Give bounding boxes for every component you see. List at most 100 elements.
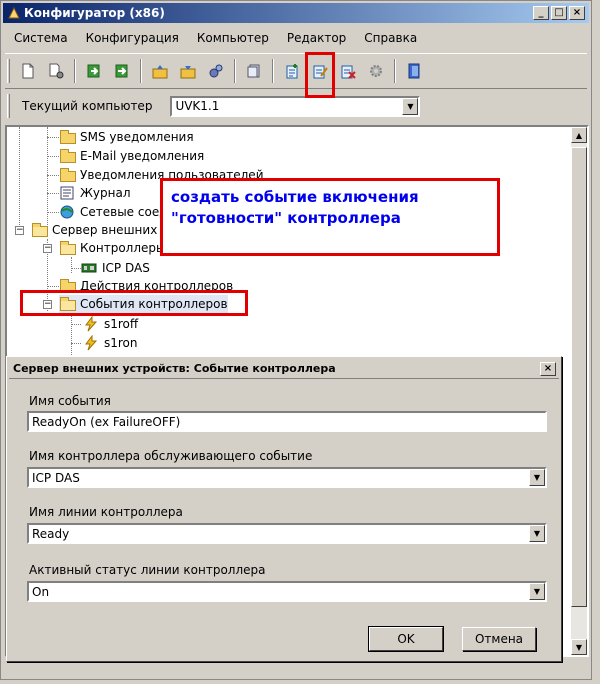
toolbar-separator [272, 59, 274, 83]
tree-item-event[interactable]: s1roff [83, 315, 138, 333]
gears-icon [209, 64, 223, 78]
tree-item-external-devices[interactable]: Сервер внешних у [31, 221, 168, 239]
close-button[interactable]: × [569, 6, 585, 20]
controller-label: Имя контроллера обслуживающего событие [29, 449, 313, 463]
current-computer-label: Текущий компьютер [22, 99, 153, 113]
tree-item-label: Сетевые соед [80, 205, 168, 219]
maximize-button[interactable]: □ [551, 6, 567, 20]
tree-item-controllers[interactable]: Контроллеры [59, 239, 165, 257]
folder-down-icon [180, 66, 196, 79]
exit-door-icon [408, 63, 420, 79]
tools-button[interactable] [204, 59, 228, 83]
menu-system[interactable]: Система [5, 29, 77, 47]
toolbar [5, 53, 587, 89]
delete-item-icon [341, 65, 356, 79]
line-select[interactable]: Ready ▼ [27, 523, 547, 544]
export-icon [115, 64, 128, 78]
toolbar-separator [394, 59, 396, 83]
tree-item-network[interactable]: Сетевые соед [59, 203, 168, 221]
tree-item-label: s1roff [104, 317, 139, 331]
folder-icon [59, 167, 77, 183]
globe-icon [59, 204, 77, 220]
controller-select[interactable]: ICP DAS ▼ [27, 467, 547, 488]
app-icon [7, 6, 21, 20]
event-name-input[interactable]: ReadyOn (ex FailureOFF) [27, 411, 547, 432]
folder-icon [59, 129, 77, 145]
callout-line-1: создать событие включения [171, 188, 419, 206]
tree-connector [47, 175, 59, 176]
tree-item-journal[interactable]: Журнал [59, 184, 131, 202]
dialog-close-button[interactable]: × [540, 361, 556, 376]
tree-connector [47, 193, 59, 194]
delete-item-button[interactable] [336, 59, 360, 83]
document-button[interactable] [242, 59, 266, 83]
toolbar-highlight-box [305, 52, 335, 98]
menu-editor[interactable]: Редактор [278, 29, 355, 47]
menu-help[interactable]: Справка [355, 29, 426, 47]
current-computer-bar: Текущий компьютер UVK1.1 ▼ [5, 93, 587, 119]
controller-event-dialog: Сервер внешних устройств: Событие контро… [6, 356, 562, 662]
dialog-title-bar[interactable]: Сервер внешних устройств: Событие контро… [9, 359, 559, 379]
cancel-button[interactable]: Отмена [462, 627, 536, 651]
current-computer-select[interactable]: UVK1.1 ▼ [170, 95, 421, 117]
ok-button[interactable]: OK [368, 626, 444, 652]
folder-icon [59, 148, 77, 164]
line-label: Имя линии контроллера [29, 505, 183, 519]
properties-button[interactable] [44, 59, 68, 83]
new-button[interactable] [16, 59, 40, 83]
journal-icon [59, 185, 77, 201]
toolbar-separator [74, 59, 76, 83]
chevron-down-icon[interactable]: ▼ [529, 583, 545, 600]
status-select[interactable]: On ▼ [27, 581, 547, 602]
tree-item-email[interactable]: E-Mail уведомления [59, 147, 204, 165]
save-button[interactable] [176, 59, 200, 83]
scroll-down-icon[interactable]: ▼ [571, 639, 587, 655]
toolbar-grip[interactable] [7, 94, 10, 118]
tree-item-sms[interactable]: SMS уведомления [59, 128, 194, 146]
minimize-button[interactable]: _ [533, 6, 549, 20]
callout-line-2: "готовности" контроллера [171, 209, 401, 227]
collapse-toggle[interactable]: − [43, 244, 52, 253]
menu-configuration[interactable]: Конфигурация [77, 29, 188, 47]
add-item-button[interactable] [280, 59, 304, 83]
tree-item-label: SMS уведомления [80, 130, 194, 144]
import-icon [87, 64, 100, 78]
chevron-down-icon[interactable]: ▼ [402, 97, 419, 115]
tree-item-label: s1ron [104, 336, 138, 350]
toolbar-separator [140, 59, 142, 83]
tree-connector [47, 137, 59, 138]
annotation-callout: создать событие включения "готовности" к… [160, 178, 500, 256]
tree-connector [71, 268, 81, 269]
tree-connector [71, 343, 81, 344]
tree-item-label: Журнал [80, 186, 131, 200]
settings-button[interactable] [364, 59, 388, 83]
scrollbar-thumb[interactable] [571, 147, 587, 607]
tree-connector [19, 127, 20, 227]
document-settings-icon [49, 63, 64, 79]
controller-select-value: ICP DAS [32, 470, 80, 485]
status-label: Активный статус линии контроллера [29, 563, 266, 577]
window-title: Конфигуратор (x86) [24, 6, 165, 20]
chevron-down-icon[interactable]: ▼ [529, 469, 545, 486]
document-stack-icon [247, 64, 260, 78]
tree-item-icp-das[interactable]: ICP DAS [81, 259, 150, 277]
controller-board-icon [81, 260, 99, 276]
import-button[interactable] [82, 59, 106, 83]
tree-item-event[interactable]: s1ron [83, 334, 138, 352]
tree-connector [47, 286, 59, 287]
add-tree-item-icon [286, 64, 298, 79]
tree-scrollbar[interactable]: ▲ ▼ [571, 127, 587, 655]
scroll-up-icon[interactable]: ▲ [571, 127, 587, 143]
tree-connector [47, 212, 59, 213]
tree-node-highlight-box [20, 290, 248, 316]
chevron-down-icon[interactable]: ▼ [529, 525, 545, 542]
load-button[interactable] [148, 59, 172, 83]
title-bar[interactable]: Конфигуратор (x86) _ □ × [3, 3, 589, 23]
menu-computer[interactable]: Компьютер [188, 29, 278, 47]
collapse-toggle[interactable]: − [15, 226, 24, 235]
tree-item-label: ICP DAS [102, 261, 150, 275]
toolbar-grip[interactable] [7, 59, 10, 83]
tree-connector [47, 156, 59, 157]
exit-button[interactable] [402, 59, 426, 83]
export-button[interactable] [110, 59, 134, 83]
